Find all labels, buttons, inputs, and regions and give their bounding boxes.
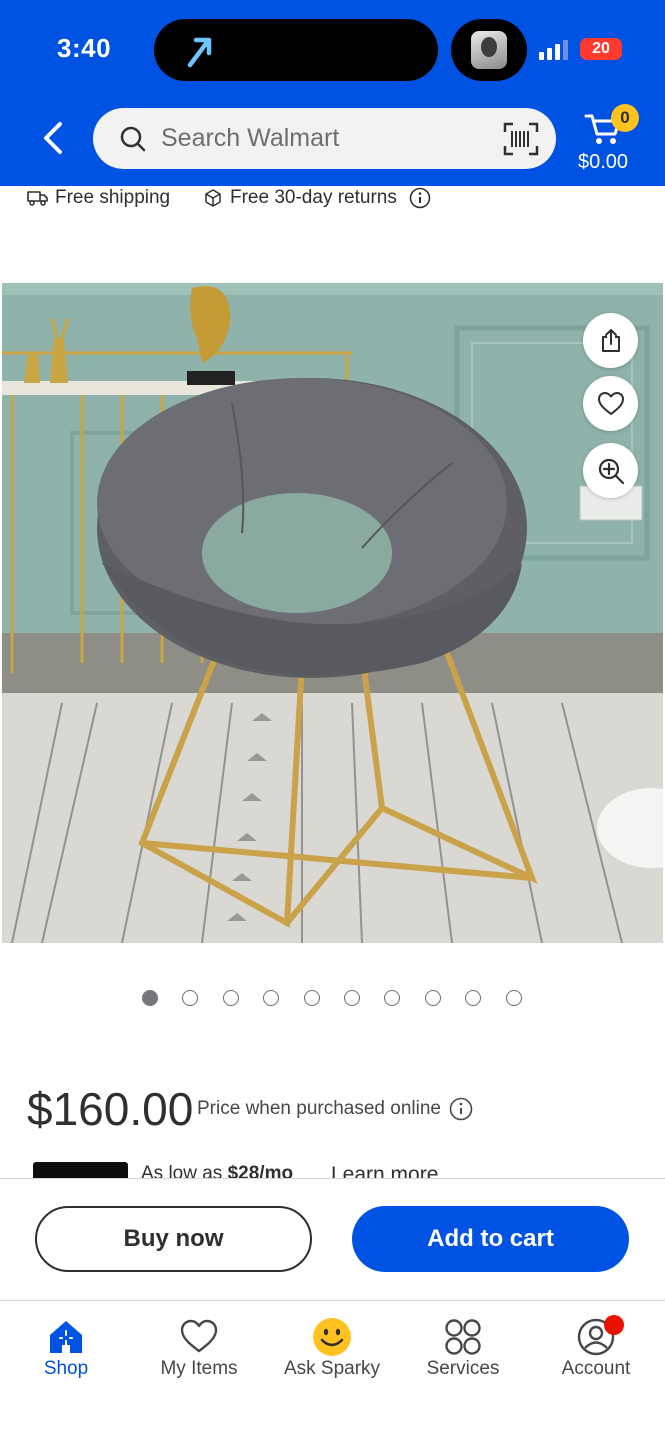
carousel-dot[interactable] xyxy=(506,990,522,1006)
truck-icon xyxy=(27,191,48,206)
zoom-button[interactable] xyxy=(583,443,638,498)
signal-icon xyxy=(539,40,573,60)
share-icon xyxy=(601,328,620,352)
favorite-button[interactable] xyxy=(583,376,638,431)
nav-label-shop: Shop xyxy=(43,1358,89,1379)
free-returns-label: Free 30-day returns xyxy=(230,187,397,208)
carousel-dot[interactable] xyxy=(304,990,320,1006)
cart-count-badge: 0 xyxy=(611,104,639,132)
carousel-dot[interactable] xyxy=(465,990,481,1006)
nav-label-ask-sparky: Ask Sparky xyxy=(283,1358,381,1379)
services-icon xyxy=(445,1319,481,1355)
product-photo xyxy=(2,283,663,943)
product-price: $160.00 xyxy=(27,1083,194,1135)
status-time: 3:40 xyxy=(57,33,112,63)
free-shipping: Free shipping xyxy=(27,186,170,210)
free-shipping-label: Free shipping xyxy=(55,187,171,208)
add-to-cart-button[interactable]: Add to cart xyxy=(352,1206,629,1272)
price-note: Price when purchased online xyxy=(197,1097,473,1121)
heart-icon xyxy=(180,1319,218,1353)
return-box-icon xyxy=(205,189,221,207)
nav-label-account: Account xyxy=(561,1358,631,1379)
share-button[interactable] xyxy=(583,313,638,368)
chevron-left-icon xyxy=(44,122,62,154)
nav-item-ask-sparky[interactable]: Ask Sparky xyxy=(272,1315,392,1395)
purchase-action-bar: Buy now Add to cart xyxy=(0,1178,665,1300)
shipping-info: Free shipping Free 30-day returns xyxy=(0,186,665,216)
barcode-scan-icon[interactable] xyxy=(503,122,539,156)
carousel-dot[interactable] xyxy=(425,990,441,1006)
search-input[interactable] xyxy=(161,118,481,158)
info-icon[interactable] xyxy=(409,187,431,209)
heart-icon xyxy=(597,391,624,415)
carousel-dot[interactable] xyxy=(182,990,198,1006)
financing-amount: $28/mo xyxy=(227,1163,294,1178)
free-returns: Free 30-day returns xyxy=(202,186,437,210)
cart-button[interactable]: 0 $0.00 xyxy=(578,102,639,178)
info-icon[interactable] xyxy=(449,1097,473,1121)
back-button[interactable] xyxy=(36,116,72,160)
carousel-dot[interactable] xyxy=(384,990,400,1006)
nav-item-shop[interactable]: Shop xyxy=(6,1315,126,1395)
nav-item-account[interactable]: Account xyxy=(536,1315,656,1395)
shop-icon xyxy=(50,1321,82,1353)
carousel-dot[interactable] xyxy=(344,990,360,1006)
battery-indicator: 20 xyxy=(580,38,622,60)
dynamic-island xyxy=(154,19,438,81)
carousel-dot[interactable] xyxy=(223,990,239,1006)
notification-dot xyxy=(604,1315,624,1335)
buy-now-button[interactable]: Buy now xyxy=(35,1206,312,1272)
nav-label-my-items: My Items xyxy=(160,1358,238,1379)
home-indicator xyxy=(196,1424,468,1432)
carousel-dot[interactable] xyxy=(263,990,279,1006)
navigation-arrow-icon xyxy=(187,37,212,68)
financing-text: As low as $28/mo xyxy=(141,1163,293,1178)
carousel-dot[interactable] xyxy=(142,990,158,1006)
sparky-icon xyxy=(313,1318,351,1356)
nav-item-my-items[interactable]: My Items xyxy=(139,1315,259,1395)
price-note-label: Price when purchased online xyxy=(197,1098,441,1119)
zoom-in-icon xyxy=(598,458,624,484)
bottom-navigation: Shop My Items Ask Sparky Services Accoun… xyxy=(0,1300,665,1440)
contact-avatar xyxy=(471,31,507,69)
cart-total: $0.00 xyxy=(578,151,629,173)
app-header: 3:40 20 0 $ xyxy=(0,0,665,186)
affirm-logo xyxy=(33,1162,128,1178)
search-icon xyxy=(120,126,146,152)
product-image[interactable] xyxy=(2,283,663,943)
live-activity xyxy=(451,19,527,81)
nav-label-services: Services xyxy=(426,1358,500,1379)
learn-more-link[interactable]: Learn more xyxy=(331,1163,438,1178)
image-carousel-dots xyxy=(0,990,665,1008)
nav-item-services[interactable]: Services xyxy=(403,1315,523,1395)
financing-row: As low as $28/mo Learn more xyxy=(0,1160,665,1178)
search-bar[interactable] xyxy=(93,108,556,169)
